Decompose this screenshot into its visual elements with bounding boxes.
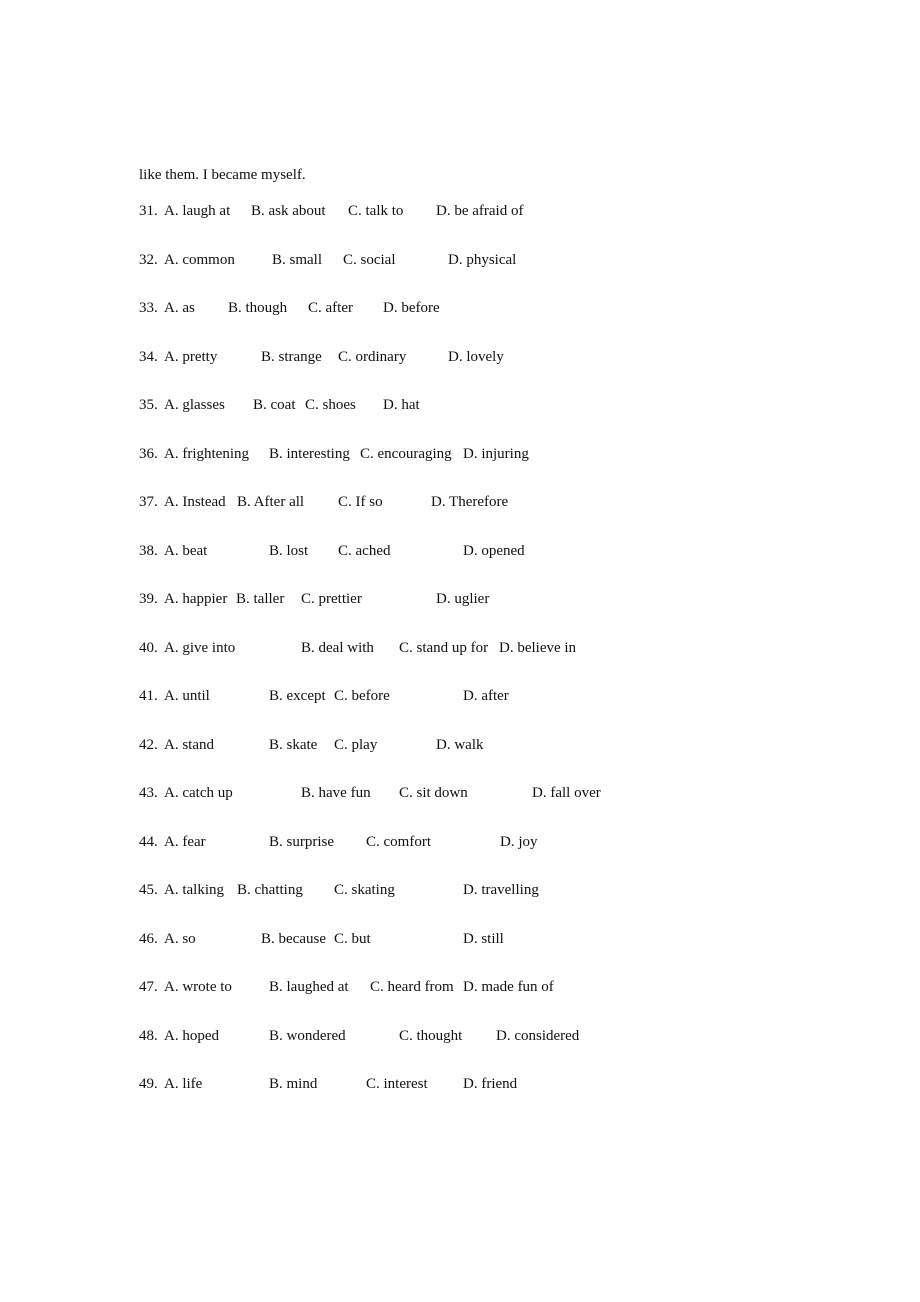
option-d: D. believe in xyxy=(499,640,577,656)
option-c: C. heard from xyxy=(370,979,454,995)
question-number: 42. xyxy=(139,737,158,753)
option-a: A. happier xyxy=(164,591,228,607)
option-b: B. laughed at xyxy=(269,979,349,995)
question-number: 43. xyxy=(139,785,158,801)
question-number: 41. xyxy=(139,688,158,704)
option-a: A. Instead xyxy=(164,494,226,510)
question-number: 40. xyxy=(139,640,158,656)
option-a: A. stand xyxy=(164,737,214,753)
option-b: B. because xyxy=(261,931,326,947)
option-d: D. uglier xyxy=(436,591,490,607)
option-d: D. friend xyxy=(463,1076,518,1092)
option-c: C. social xyxy=(343,252,396,268)
option-a: A. so xyxy=(164,931,196,947)
option-b: B. skate xyxy=(269,737,318,753)
option-a: A. as xyxy=(164,300,195,316)
option-d: D. joy xyxy=(500,834,538,850)
option-d: D. opened xyxy=(463,543,525,559)
option-d: D. lovely xyxy=(448,349,504,365)
option-b: B. lost xyxy=(269,543,309,559)
option-b: B. ask about xyxy=(251,203,326,219)
option-a: A. wrote to xyxy=(164,979,232,995)
option-a: A. laugh at xyxy=(164,203,231,219)
option-c: C. play xyxy=(334,737,378,753)
option-a: A. fear xyxy=(164,834,206,850)
option-c: C. but xyxy=(334,931,371,947)
option-c: C. after xyxy=(308,300,353,316)
option-b: B. small xyxy=(272,252,323,268)
option-c: C. prettier xyxy=(301,591,362,607)
option-d: D. hat xyxy=(383,397,420,413)
option-b: B. wondered xyxy=(269,1028,346,1044)
option-c: C. ordinary xyxy=(338,349,407,365)
option-a: A. catch up xyxy=(164,785,233,801)
question-number: 46. xyxy=(139,931,158,947)
option-a: A. give into xyxy=(164,640,236,656)
option-b: B. have fun xyxy=(301,785,371,801)
option-d: D. travelling xyxy=(463,882,539,898)
option-b: B. mind xyxy=(269,1076,318,1092)
option-d: D. physical xyxy=(448,252,517,268)
option-c: C. comfort xyxy=(366,834,431,850)
question-number: 34. xyxy=(139,349,158,365)
option-d: D. considered xyxy=(496,1028,580,1044)
question-number: 49. xyxy=(139,1076,158,1092)
option-a: A. frightening xyxy=(164,446,249,462)
option-b: B. though xyxy=(228,300,288,316)
intro-text: like them. I became myself. xyxy=(139,167,306,183)
option-c: C. shoes xyxy=(305,397,356,413)
question-number: 47. xyxy=(139,979,158,995)
option-b: B. deal with xyxy=(301,640,374,656)
option-b: B. interesting xyxy=(269,446,350,462)
question-number: 45. xyxy=(139,882,158,898)
option-c: C. before xyxy=(334,688,390,704)
question-number: 38. xyxy=(139,543,158,559)
question-number: 48. xyxy=(139,1028,158,1044)
option-b: B. After all xyxy=(237,494,305,510)
option-c: C. ached xyxy=(338,543,391,559)
option-b: B. chatting xyxy=(237,882,303,898)
option-b: B. except xyxy=(269,688,326,704)
question-number: 37. xyxy=(139,494,158,510)
option-a: A. until xyxy=(164,688,210,704)
option-a: A. talking xyxy=(164,882,224,898)
option-c: C. interest xyxy=(366,1076,428,1092)
option-d: D. walk xyxy=(436,737,484,753)
option-b: B. coat xyxy=(253,397,296,413)
option-c: C. stand up for xyxy=(399,640,489,656)
question-number: 33. xyxy=(139,300,158,316)
option-a: A. pretty xyxy=(164,349,218,365)
option-d: D. made fun of xyxy=(463,979,554,995)
option-c: C. thought xyxy=(399,1028,463,1044)
option-d: D. fall over xyxy=(532,785,601,801)
option-b: B. surprise xyxy=(269,834,334,850)
question-number: 44. xyxy=(139,834,158,850)
question-number: 36. xyxy=(139,446,158,462)
option-c: C. talk to xyxy=(348,203,404,219)
option-a: A. common xyxy=(164,252,235,268)
option-b: B. strange xyxy=(261,349,322,365)
option-d: D. after xyxy=(463,688,509,704)
option-c: C. If so xyxy=(338,494,383,510)
option-c: C. skating xyxy=(334,882,395,898)
option-b: B. taller xyxy=(236,591,285,607)
option-d: D. Therefore xyxy=(431,494,509,510)
question-number: 35. xyxy=(139,397,158,413)
option-d: D. be afraid of xyxy=(436,203,524,219)
option-a: A. glasses xyxy=(164,397,225,413)
option-a: A. hoped xyxy=(164,1028,219,1044)
option-a: A. life xyxy=(164,1076,203,1092)
option-a: A. beat xyxy=(164,543,208,559)
option-d: D. still xyxy=(463,931,504,947)
option-d: D. before xyxy=(383,300,440,316)
option-d: D. injuring xyxy=(463,446,529,462)
question-number: 32. xyxy=(139,252,158,268)
question-number: 31. xyxy=(139,203,158,219)
option-c: C. sit down xyxy=(399,785,468,801)
option-c: C. encouraging xyxy=(360,446,452,462)
question-number: 39. xyxy=(139,591,158,607)
